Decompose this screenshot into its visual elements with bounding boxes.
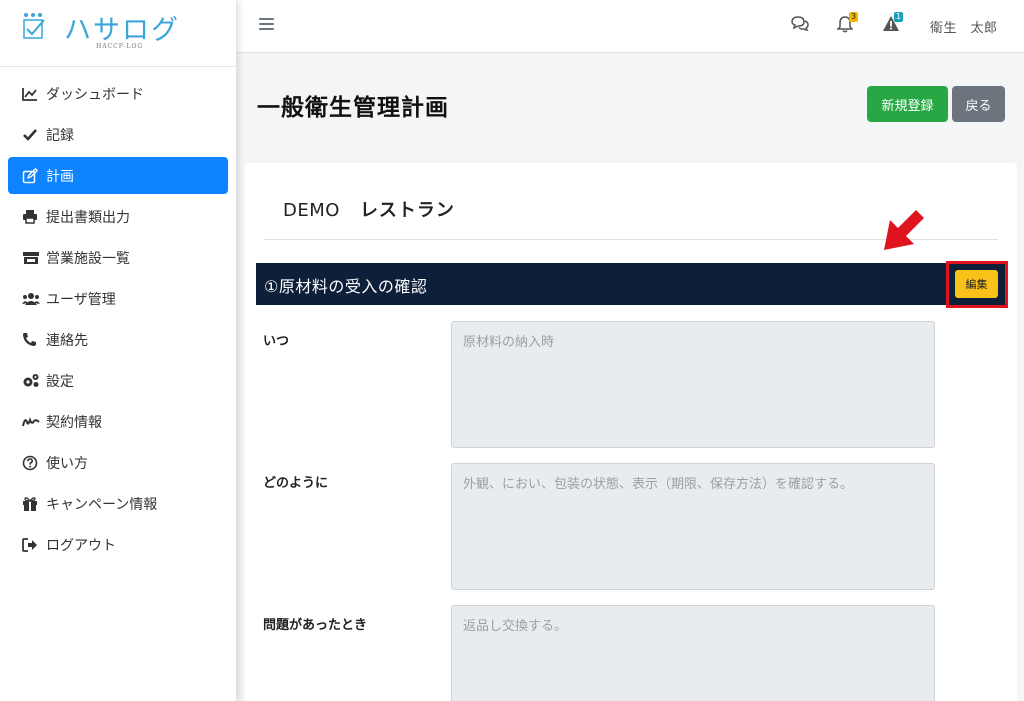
sidebar-item-contacts[interactable]: 連絡先 bbox=[8, 321, 228, 358]
field-when[interactable]: 原材料の納入時 bbox=[451, 321, 935, 448]
sidebar-item-facilities[interactable]: 営業施設一覧 bbox=[8, 239, 228, 276]
sidebar-item-label: 営業施設一覧 bbox=[46, 250, 130, 267]
sidebar-item-label: 記録 bbox=[46, 127, 74, 144]
phone-icon bbox=[22, 332, 42, 348]
chart-line-icon bbox=[22, 86, 42, 102]
sidebar-item-campaign[interactable]: キャンペーン情報 bbox=[8, 485, 228, 522]
printer-icon bbox=[22, 209, 42, 225]
annotation-arrow-icon bbox=[884, 210, 924, 250]
notifications-bell-icon[interactable]: 3 bbox=[836, 12, 859, 35]
gift-icon bbox=[22, 496, 42, 512]
notifications-badge: 3 bbox=[849, 12, 859, 22]
menu-toggle-icon[interactable] bbox=[259, 18, 274, 31]
sidebar-item-logout[interactable]: ログアウト bbox=[8, 526, 228, 563]
field-problem[interactable]: 返品し交換する。 bbox=[451, 605, 935, 701]
check-icon bbox=[22, 127, 42, 143]
field-label-how: どのように bbox=[263, 476, 329, 491]
sidebar: ハサログ HACCP-LOG ダッシュボード 記録 計画 提出書類出力 営業施設… bbox=[0, 0, 237, 701]
user-name[interactable]: 衛生 太郎 bbox=[930, 17, 998, 36]
users-icon bbox=[22, 291, 42, 307]
back-button[interactable]: 戻る bbox=[952, 86, 1005, 122]
sidebar-nav: ダッシュボード 記録 計画 提出書類出力 営業施設一覧 ユーザ管理 連絡先 設定… bbox=[0, 67, 236, 563]
sidebar-item-users[interactable]: ユーザ管理 bbox=[8, 280, 228, 317]
sidebar-item-label: ユーザ管理 bbox=[46, 291, 116, 308]
edit-button[interactable]: 編集 bbox=[955, 270, 998, 298]
field-how[interactable]: 外観、におい、包装の状態、表示（期限、保存方法）を確認する。 bbox=[451, 463, 935, 590]
alerts-badge: 1 bbox=[894, 12, 904, 22]
alert-triangle-icon[interactable]: 1 bbox=[882, 12, 904, 35]
sidebar-item-documents[interactable]: 提出書類出力 bbox=[8, 198, 228, 235]
field-label-problem: 問題があったとき bbox=[263, 618, 368, 633]
topbar: 3 1 衛生 太郎 bbox=[237, 0, 1024, 53]
sidebar-item-label: ダッシュボード bbox=[46, 86, 144, 103]
sidebar-item-plan[interactable]: 計画 bbox=[8, 157, 228, 194]
brand-subtitle: HACCP-LOG bbox=[96, 43, 144, 50]
sidebar-item-label: 設定 bbox=[46, 373, 74, 390]
question-circle-icon bbox=[22, 455, 42, 471]
sidebar-item-label: キャンペーン情報 bbox=[46, 496, 158, 513]
brand-logo[interactable]: ハサログ HACCP-LOG bbox=[0, 0, 236, 67]
page-title: 一般衛生管理計画 bbox=[257, 95, 449, 121]
gears-icon bbox=[22, 373, 42, 389]
logo-icon bbox=[23, 13, 45, 39]
sidebar-item-label: ログアウト bbox=[46, 537, 116, 554]
store-name: レストラン bbox=[359, 200, 455, 221]
sidebar-item-label: 計画 bbox=[46, 168, 74, 185]
brand-name: ハサログ bbox=[64, 15, 180, 46]
sidebar-item-records[interactable]: 記録 bbox=[8, 116, 228, 153]
section-title: ①原材料の受入の確認 bbox=[264, 277, 428, 296]
store-code: DEMO bbox=[283, 200, 340, 221]
chat-icon[interactable] bbox=[790, 15, 812, 35]
sidebar-item-contract[interactable]: 契約情報 bbox=[8, 403, 228, 440]
signature-icon bbox=[22, 414, 42, 430]
sidebar-item-label: 提出書類出力 bbox=[46, 209, 130, 226]
new-register-button[interactable]: 新規登録 bbox=[867, 86, 948, 122]
edit-icon bbox=[22, 167, 42, 184]
sidebar-item-dashboard[interactable]: ダッシュボード bbox=[8, 75, 228, 112]
sidebar-item-label: 契約情報 bbox=[46, 414, 102, 431]
store-icon bbox=[22, 250, 42, 266]
sign-out-icon bbox=[22, 537, 42, 553]
sidebar-item-help[interactable]: 使い方 bbox=[8, 444, 228, 481]
store-heading: DEMO レストラン bbox=[283, 196, 455, 222]
sidebar-item-label: 連絡先 bbox=[46, 332, 88, 349]
sidebar-item-settings[interactable]: 設定 bbox=[8, 362, 228, 399]
sidebar-item-label: 使い方 bbox=[46, 455, 88, 472]
field-label-when: いつ bbox=[263, 334, 290, 349]
section-header: ①原材料の受入の確認 bbox=[256, 263, 1006, 305]
